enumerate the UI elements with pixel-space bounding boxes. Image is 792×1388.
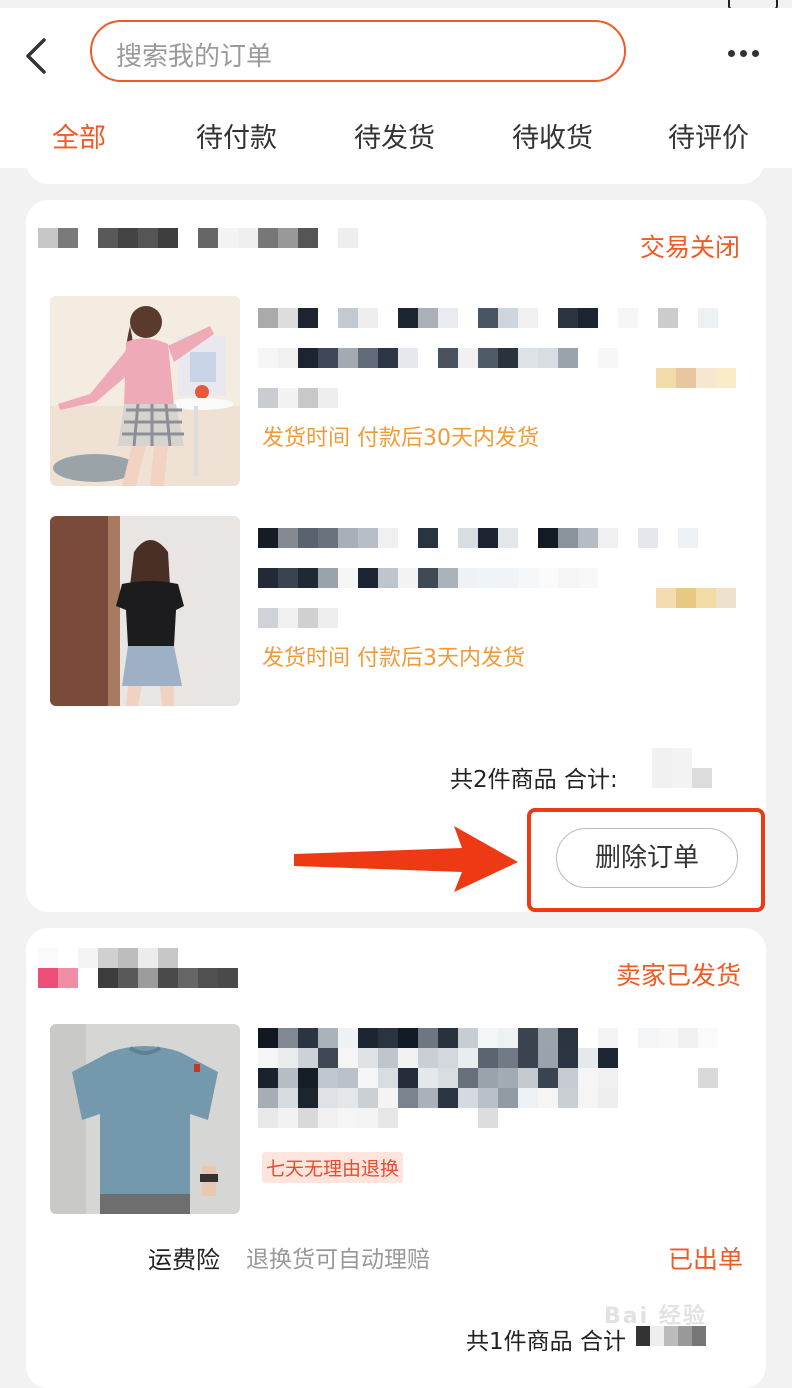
tab-all[interactable]: 全部 [52,116,106,155]
product-sku-censored [258,1108,498,1128]
previous-card-edge [26,160,764,184]
product-title-line3-censored [258,1068,718,1088]
product-title-censored[interactable] [258,308,718,328]
order-total-label: 共2件商品 合计: [450,767,618,793]
tab-pending-review[interactable]: 待评价 [668,116,749,155]
pointer-arrow-icon [294,826,518,892]
watermark: Bai 经验 [604,1304,707,1329]
product-image[interactable] [50,1024,240,1214]
shipping-time-note: 发货时间 付款后3天内发货 [262,646,525,671]
order-status: 卖家已发货 [616,961,742,990]
order-tabs: 全部 待付款 待发货 待收货 待评价 [0,108,792,168]
order-total-label: 共1件商品 合计 [466,1329,626,1355]
search-placeholder: 搜索我的订单 [116,42,273,72]
shipping-insurance-label: 运费险 [148,1246,220,1274]
tab-pending-receipt[interactable]: 待收货 [512,116,593,155]
shop-name-censored-line2 [38,968,238,988]
shipping-time-note: 发货时间 付款后30天内发货 [262,426,539,451]
tab-pending-payment[interactable]: 待付款 [196,116,277,155]
product-sku-censored [258,388,338,408]
shipping-insurance-description: 退换货可自动理赔 [246,1247,430,1273]
order-card: 交易关闭 发货时间 付款后30天内发货 发货时间 付款后3天内发货 共2件商品 … [26,200,766,912]
shop-name-censored[interactable] [38,948,198,968]
order-status: 交易关闭 [640,233,741,262]
shop-name-censored[interactable] [38,228,358,248]
product-title-line2-censored [258,348,618,368]
product-image[interactable] [50,296,240,486]
product-title-line2-censored [258,1048,618,1068]
search-input[interactable]: 搜索我的订单 [90,20,626,82]
product-title-censored[interactable] [258,1028,718,1048]
product-price-censored [656,368,736,388]
product-title-line4-censored [258,1088,618,1108]
product-sku-censored [258,608,338,628]
tab-pending-shipment[interactable]: 待发货 [354,116,435,155]
product-title-censored[interactable] [258,528,698,548]
back-arrow-icon[interactable] [22,36,56,76]
product-title-line2-censored [258,568,598,588]
highlight-box [527,808,765,912]
header: 搜索我的订单 全部 待付款 待发货 待收货 待评价 [0,8,792,168]
product-price-censored [656,588,736,608]
seven-day-return-tag: 七天无理由退换 [262,1152,404,1183]
more-options-icon[interactable] [728,42,768,62]
product-image[interactable] [50,516,240,706]
status-bar [0,0,792,8]
order-total-amount-censored [652,748,712,788]
shipping-insurance-status: 已出单 [668,1245,744,1274]
battery-icon [728,0,778,8]
